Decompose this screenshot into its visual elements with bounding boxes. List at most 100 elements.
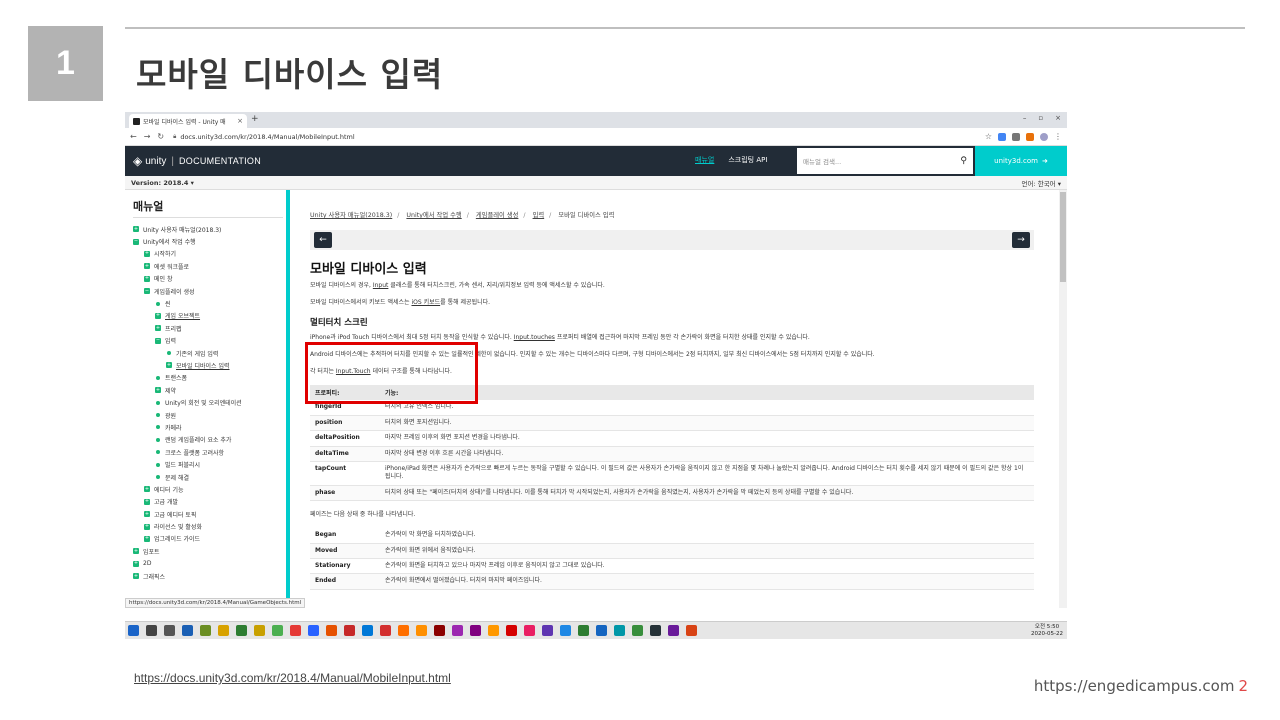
sidebar-item[interactable]: + 업그레이드 가이드 bbox=[133, 533, 285, 545]
unity-logo[interactable]: ◈ unity | DOCUMENTATION bbox=[133, 154, 261, 168]
sidebar-item[interactable]: Unity의 회전 및 오리엔테이션 bbox=[133, 396, 285, 408]
sidebar-item[interactable]: − Unity에서 작업 수행 bbox=[133, 235, 285, 247]
taskbar-app-icon[interactable] bbox=[614, 625, 625, 636]
taskbar-app-icon[interactable] bbox=[380, 625, 391, 636]
taskbar-app-icon[interactable] bbox=[164, 625, 175, 636]
taskbar-app-icon[interactable] bbox=[632, 625, 643, 636]
menu-icon[interactable]: ⋮ bbox=[1054, 132, 1062, 141]
breadcrumb-item[interactable]: 입력 bbox=[533, 212, 545, 219]
sidebar-item[interactable]: + 고급 에디터 토픽 bbox=[133, 508, 285, 520]
taskbar-app-icon[interactable] bbox=[650, 625, 661, 636]
taskbar-app-icon[interactable] bbox=[524, 625, 535, 636]
minimize-icon[interactable]: – bbox=[1023, 114, 1027, 122]
collapse-icon[interactable]: − bbox=[144, 288, 150, 295]
breadcrumb-item[interactable]: Unity 사용자 매뉴얼(2018.3) bbox=[310, 212, 392, 219]
scrollbar-thumb[interactable] bbox=[1060, 192, 1066, 282]
expand-icon[interactable]: + bbox=[155, 325, 161, 332]
sidebar-item[interactable]: + 게임 오브젝트 bbox=[133, 310, 285, 322]
sidebar-item[interactable]: 기존의 게임 입력 bbox=[133, 347, 285, 359]
expand-icon[interactable]: + bbox=[155, 387, 161, 394]
expand-icon[interactable]: + bbox=[144, 486, 150, 493]
version-selector[interactable]: Version: 2018.4 ▾ bbox=[131, 179, 194, 187]
sidebar-item[interactable]: − 입력 bbox=[133, 335, 285, 347]
sidebar-item[interactable]: + 임포트 bbox=[133, 545, 285, 557]
taskbar-app-icon[interactable] bbox=[434, 625, 445, 636]
taskbar-app-icon[interactable] bbox=[362, 625, 373, 636]
taskbar-app-icon[interactable] bbox=[146, 625, 157, 636]
manual-search[interactable]: 매뉴얼 검색... ⚲ bbox=[797, 148, 973, 174]
unity3d-site-button[interactable]: unity3d.com ➜ bbox=[975, 146, 1067, 176]
taskbar-app-icon[interactable] bbox=[344, 625, 355, 636]
sidebar-item[interactable]: + 모바일 디바이스 입력 bbox=[133, 359, 285, 371]
new-tab-button[interactable]: + bbox=[251, 114, 259, 124]
taskbar-app-icon[interactable] bbox=[290, 625, 301, 636]
expand-icon[interactable]: + bbox=[155, 312, 161, 319]
sidebar-item[interactable]: + 메인 창 bbox=[133, 273, 285, 285]
page-scrollbar[interactable] bbox=[1059, 190, 1067, 608]
input-class-link[interactable]: Input bbox=[373, 282, 389, 289]
taskbar-clock[interactable]: 오전 5:50 2020-05-22 bbox=[1031, 624, 1063, 637]
next-page-button[interactable]: → bbox=[1012, 232, 1030, 248]
expand-icon[interactable]: + bbox=[144, 263, 150, 270]
taskbar-app-icon[interactable] bbox=[668, 625, 679, 636]
taskbar-app-icon[interactable] bbox=[218, 625, 229, 636]
maximize-icon[interactable]: ▫ bbox=[1038, 114, 1043, 122]
taskbar-app-icon[interactable] bbox=[506, 625, 517, 636]
sidebar-item[interactable]: 광원 bbox=[133, 409, 285, 421]
taskbar-app-icon[interactable] bbox=[578, 625, 589, 636]
browser-tab[interactable]: 모바일 디바이스 입력 - Unity 매 × bbox=[129, 114, 247, 128]
sidebar-item[interactable]: + 그래픽스 bbox=[133, 570, 285, 582]
taskbar-app-icon[interactable] bbox=[398, 625, 409, 636]
taskbar-app-icon[interactable] bbox=[596, 625, 607, 636]
expand-icon[interactable]: + bbox=[144, 250, 150, 257]
expand-icon[interactable]: + bbox=[144, 511, 150, 518]
taskbar-app-icon[interactable] bbox=[488, 625, 499, 636]
star-icon[interactable]: ☆ bbox=[985, 132, 992, 141]
close-window-icon[interactable]: × bbox=[1055, 114, 1061, 122]
expand-icon[interactable]: + bbox=[144, 523, 150, 530]
language-selector[interactable]: 언어: 한국어 ▾ bbox=[1022, 178, 1062, 188]
sidebar-item[interactable]: + 프리팹 bbox=[133, 322, 285, 334]
url-field[interactable]: 🔒︎ docs.unity3d.com/kr/2018.4/Manual/Mob… bbox=[171, 130, 985, 143]
expand-icon[interactable]: + bbox=[133, 548, 139, 555]
taskbar-app-icon[interactable] bbox=[272, 625, 283, 636]
collapse-icon[interactable]: − bbox=[155, 337, 161, 344]
sidebar-item[interactable]: 씬 bbox=[133, 297, 285, 309]
taskbar-app-icon[interactable] bbox=[452, 625, 463, 636]
search-icon[interactable]: ⚲ bbox=[960, 156, 967, 166]
breadcrumb-item[interactable]: Unity에서 작업 수행 bbox=[406, 212, 461, 219]
input-touches-link[interactable]: Input.touches bbox=[514, 334, 555, 341]
taskbar-app-icon[interactable] bbox=[128, 625, 139, 636]
ios-keyboard-link[interactable]: iOS 키보드 bbox=[411, 299, 440, 306]
taskbar-app-icon[interactable] bbox=[560, 625, 571, 636]
taskbar-app-icon[interactable] bbox=[254, 625, 265, 636]
translate-icon[interactable] bbox=[998, 132, 1006, 141]
expand-icon[interactable]: + bbox=[144, 275, 150, 282]
expand-icon[interactable]: + bbox=[133, 560, 139, 567]
expand-icon[interactable]: + bbox=[166, 362, 172, 369]
back-icon[interactable]: ← bbox=[130, 132, 137, 141]
sidebar-item[interactable]: + 시작하기 bbox=[133, 248, 285, 260]
prev-page-button[interactable]: ← bbox=[314, 232, 332, 248]
sidebar-item[interactable]: + 제약 bbox=[133, 384, 285, 396]
close-tab-icon[interactable]: × bbox=[237, 117, 243, 125]
taskbar-app-icon[interactable] bbox=[416, 625, 427, 636]
nav-scripting-api[interactable]: 스크립팅 API bbox=[728, 155, 767, 165]
expand-icon[interactable]: + bbox=[144, 535, 150, 542]
reload-icon[interactable]: ↻ bbox=[157, 132, 164, 141]
sidebar-item[interactable]: 트랜스폼 bbox=[133, 372, 285, 384]
sidebar-item[interactable]: 카메라 bbox=[133, 421, 285, 433]
source-link[interactable]: https://docs.unity3d.com/kr/2018.4/Manua… bbox=[134, 671, 451, 685]
sidebar-item[interactable]: + 에디터 기능 bbox=[133, 483, 285, 495]
extension-icon[interactable] bbox=[1026, 132, 1034, 141]
taskbar-app-icon[interactable] bbox=[686, 625, 697, 636]
sidebar-item[interactable]: +2D bbox=[133, 558, 285, 570]
nav-manual[interactable]: 매뉴얼 bbox=[695, 155, 714, 165]
taskbar-app-icon[interactable] bbox=[308, 625, 319, 636]
sidebar-item[interactable]: 랜덤 게임플레이 요소 추가 bbox=[133, 434, 285, 446]
expand-icon[interactable]: + bbox=[133, 226, 139, 233]
collapse-icon[interactable]: − bbox=[133, 238, 139, 245]
taskbar-app-icon[interactable] bbox=[182, 625, 193, 636]
taskbar-app-icon[interactable] bbox=[326, 625, 337, 636]
sidebar-item[interactable]: 빌드 퍼블리시 bbox=[133, 458, 285, 470]
